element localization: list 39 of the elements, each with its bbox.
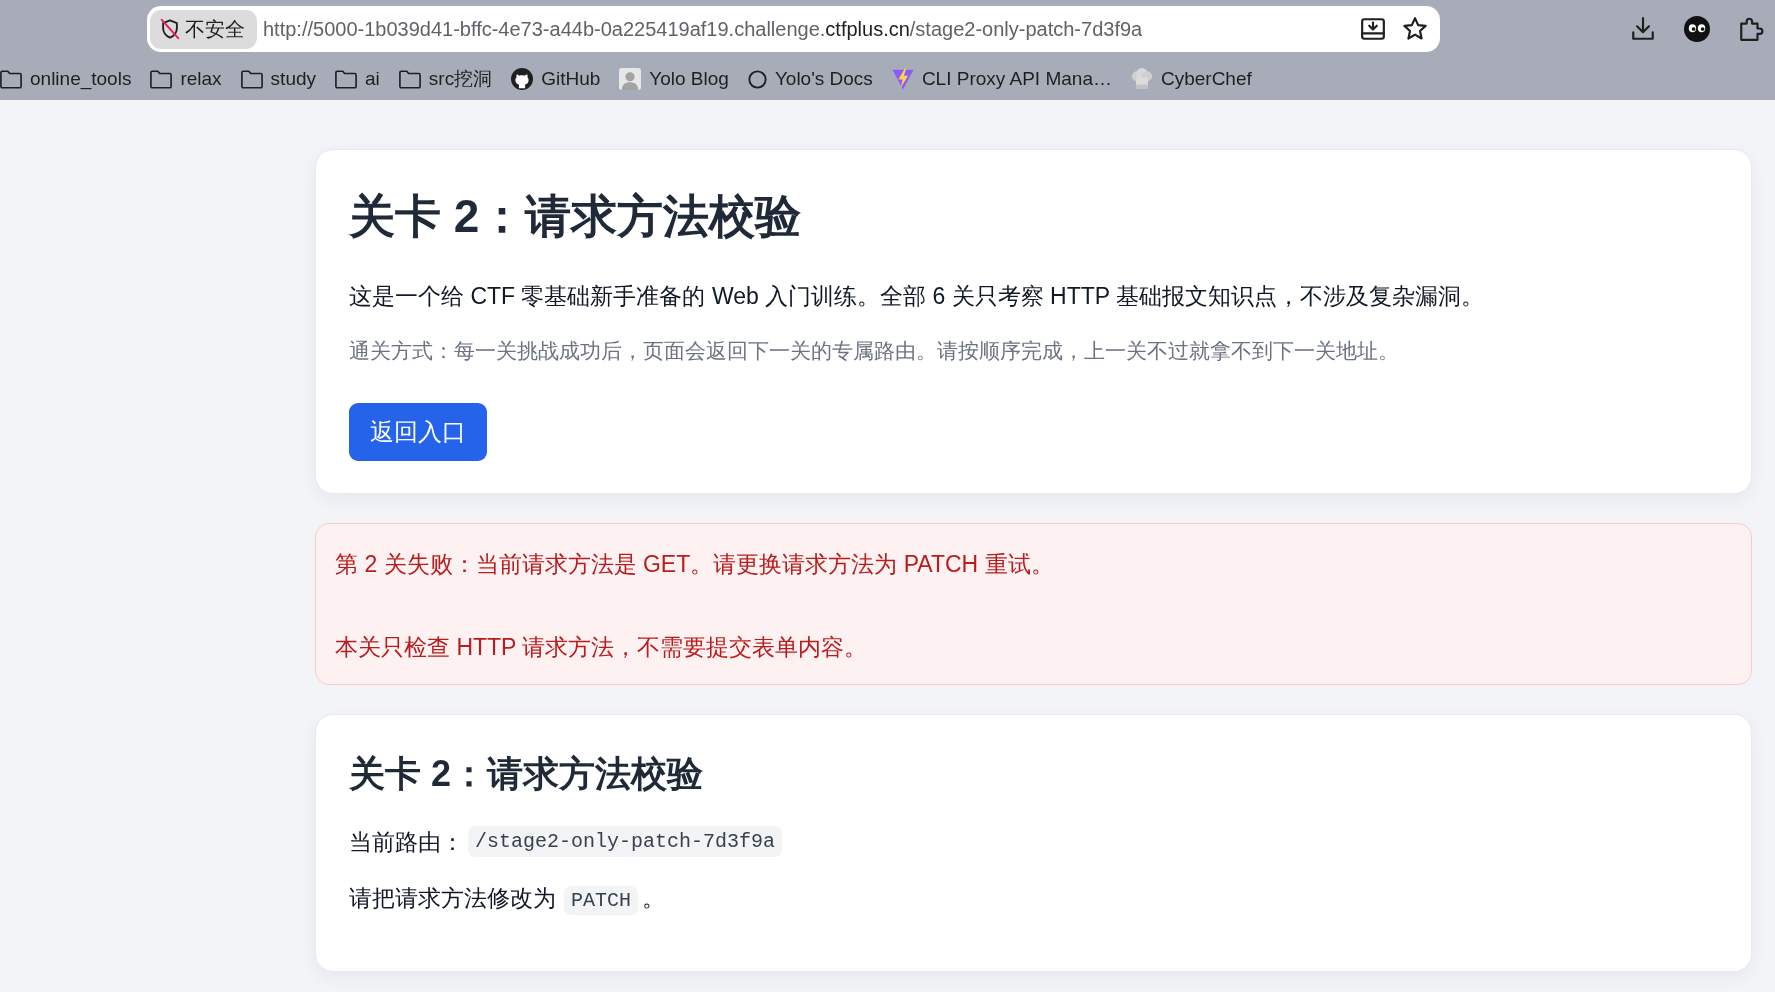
eyes-icon[interactable]	[1684, 16, 1710, 42]
bookmark-item[interactable]: GitHub	[511, 68, 601, 90]
task-title: 关卡 2：请求方法校验	[349, 751, 705, 796]
folder-icon	[398, 69, 421, 89]
bookmark-item[interactable]: Yolo's Docs	[747, 68, 873, 90]
shield-slash-icon	[159, 18, 181, 40]
url-text[interactable]: http://5000-1b039d41-bffc-4e73-a44b-0a225419af19.challenge.ctfplus.cn/stage2-only-patch-7d3f9a	[263, 17, 1360, 41]
route-code: /stage2-only-patch-7d3f9a	[468, 826, 783, 858]
route-label: 当前路由：	[349, 827, 464, 857]
folder-icon	[150, 69, 173, 89]
address-bar[interactable]: 不安全 http://5000-1b039d41-bffc-4e73-a44b-0a225419af19.challenge.ctfplus.cn/stage2-only-patch-7d3f9a	[147, 6, 1440, 52]
bookmark-item[interactable]: relax	[150, 68, 222, 90]
puzzle-icon[interactable]	[1738, 16, 1764, 42]
intro-text: 这是一个给 CTF 零基础新手准备的 Web 入门训练。全部 6 关只考察 HTTP 基础报文知识点，不涉及复杂漏洞。	[349, 281, 1486, 311]
cat-logo-icon	[511, 68, 534, 90]
lightning-icon	[891, 68, 914, 90]
folder-icon	[0, 69, 22, 89]
ring-icon	[747, 69, 767, 89]
back-button[interactable]: 返回入口	[349, 402, 487, 461]
alert-text: 第 2 关失败：当前请求方法是 GET。请更换请求方法为 PATCH 重试。	[335, 549, 1055, 579]
folder-icon	[240, 69, 263, 89]
bookmark-item[interactable]: src挖洞	[398, 66, 493, 92]
security-chip[interactable]: 不安全	[150, 9, 257, 49]
download-icon[interactable]	[1630, 16, 1656, 42]
page-title: 关卡 2：请求方法校验	[349, 189, 803, 244]
instruction-text: 请把请求方法修改为 PATCH 。	[349, 877, 1718, 921]
alert-text: 本关只检查 HTTP 请求方法，不需要提交表单内容。	[335, 633, 869, 663]
bookmark-item[interactable]: ai	[335, 68, 380, 90]
hint-text: 通关方式：每一关挑战成功后，页面会返回下一关的专属路由。请按顺序完成，上一关不过就拿不到下一关地址。	[349, 337, 1400, 364]
install-icon[interactable]	[1360, 16, 1386, 42]
bookmark-item[interactable]: CyberChef	[1130, 68, 1252, 90]
star-icon[interactable]	[1402, 16, 1428, 42]
bookmark-item[interactable]: Yolo Blog	[619, 68, 729, 90]
bookmark-item[interactable]: online_tools	[0, 68, 132, 90]
avatar-icon	[619, 68, 642, 90]
chef-hat-icon	[1130, 68, 1153, 90]
bookmark-item[interactable]: study	[240, 68, 317, 90]
folder-icon	[335, 69, 358, 89]
bookmark-item[interactable]: CLI Proxy API Mana…	[891, 68, 1112, 90]
